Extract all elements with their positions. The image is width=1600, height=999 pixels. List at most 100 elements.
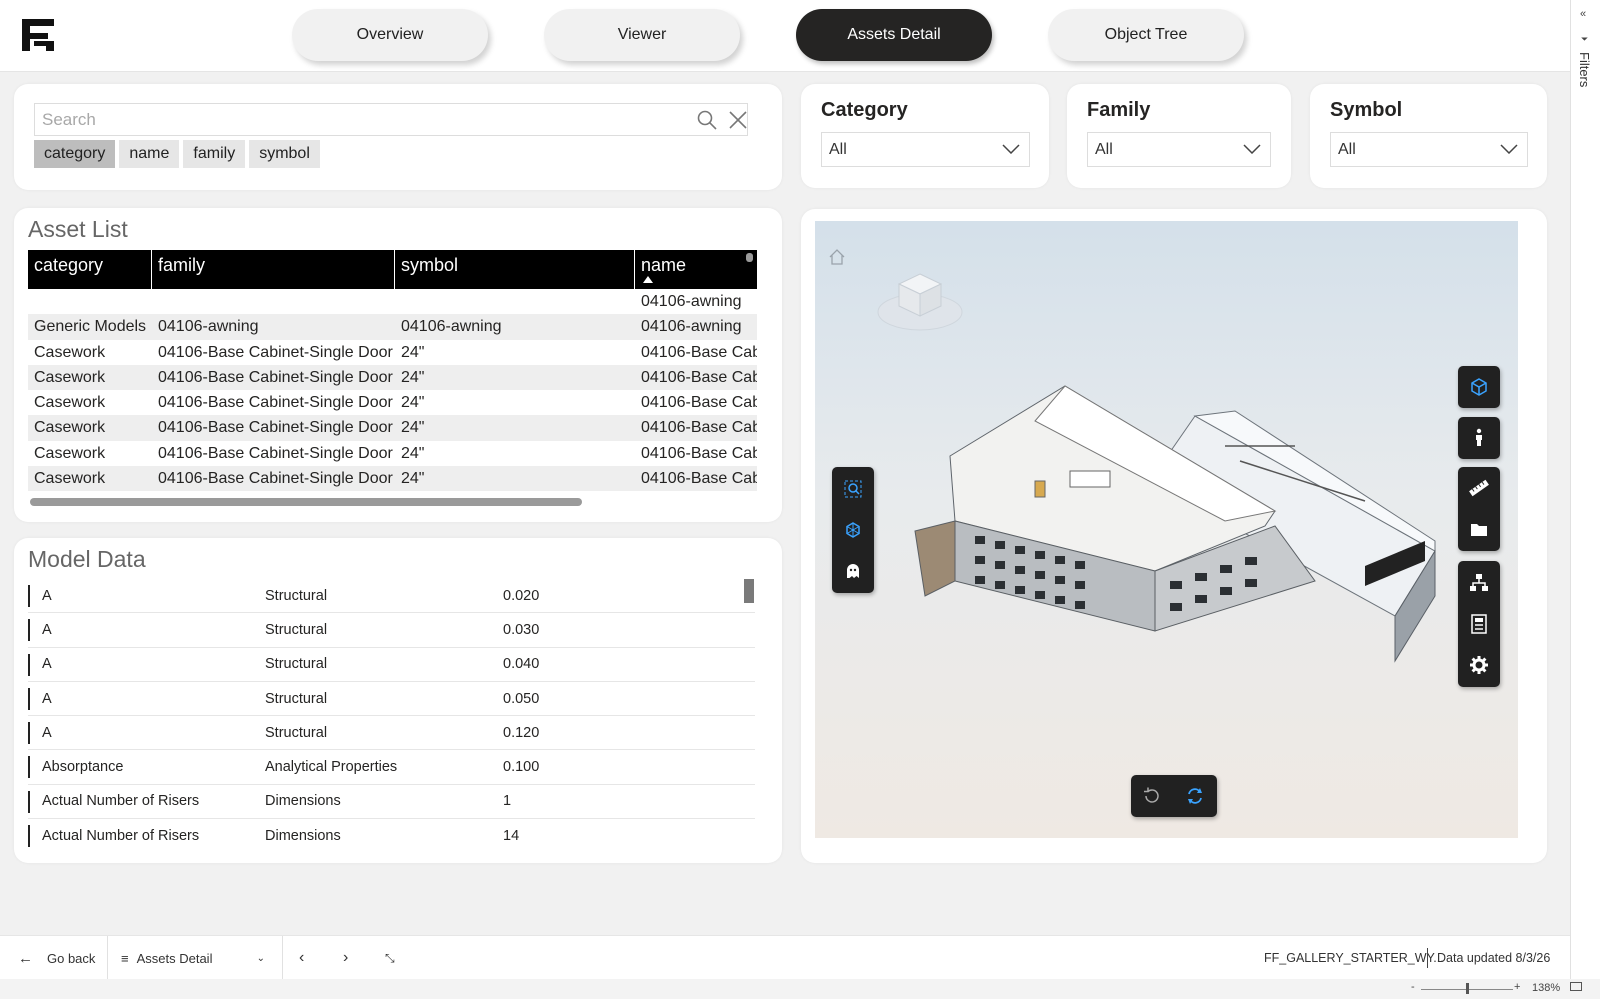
list-item[interactable]: A Structural 0.020 bbox=[28, 579, 755, 614]
arrow-left-icon: ← bbox=[18, 949, 33, 967]
settings-button[interactable] bbox=[1459, 645, 1499, 685]
table-row[interactable]: Casework 04106-Base Cabinet-Single Door … bbox=[28, 364, 757, 391]
chevron-down-icon bbox=[1002, 144, 1020, 154]
zoom-fit-button[interactable] bbox=[833, 469, 873, 509]
building-model[interactable] bbox=[895, 381, 1455, 681]
table-row[interactable]: Casework 04106-Base Cabinet-Single Door … bbox=[28, 390, 757, 415]
measure-button[interactable] bbox=[1459, 468, 1499, 508]
report-footer: ← Go back ≡ Assets Detail ⌄ ‹ › ⤡ FF_GAL… bbox=[0, 935, 1570, 980]
property-group: Analytical Properties bbox=[265, 759, 398, 776]
column-header-symbol[interactable]: symbol bbox=[395, 250, 635, 289]
next-page-button[interactable]: › bbox=[343, 936, 348, 980]
table-row[interactable]: Casework 04106-Base Cabinet-Single Door … bbox=[28, 466, 757, 492]
table-row[interactable]: Casework 04106-Base Cabinet-Single Door … bbox=[28, 340, 757, 365]
ghost-icon bbox=[847, 564, 859, 578]
property-value: 0.100 bbox=[503, 759, 540, 776]
filters-pane-label[interactable]: Filters bbox=[1577, 52, 1592, 87]
close-icon[interactable] bbox=[728, 110, 748, 130]
orbit-reset-button[interactable] bbox=[1132, 776, 1172, 816]
cell-name: 04106-Base Cabinet-Single Door bbox=[641, 444, 757, 462]
cell-category: Casework bbox=[34, 470, 106, 488]
table-row[interactable]: Generic Models 04106-awning 04106-awning… bbox=[28, 314, 757, 340]
ghost-button[interactable] bbox=[833, 551, 873, 591]
list-item[interactable]: Absorptance Analytical Properties 0.100 bbox=[28, 750, 755, 785]
cell-name: 04106-Base Cabinet-Single Door bbox=[641, 419, 757, 437]
list-item[interactable]: Actual Number of Risers Dimensions 1 bbox=[28, 785, 755, 820]
tab-overview[interactable]: Overview bbox=[292, 9, 488, 61]
vertical-scrollbar[interactable] bbox=[746, 253, 753, 262]
collapse-button[interactable]: ⤡ bbox=[385, 936, 395, 980]
column-header-name[interactable]: name bbox=[635, 250, 757, 289]
list-item[interactable]: Actual Number of Risers Dimensions 14 bbox=[28, 819, 755, 853]
chevron-down-icon bbox=[1500, 144, 1518, 154]
zoom-out-button[interactable]: - bbox=[1411, 981, 1415, 993]
cell-family: 04106-Base Cabinet-Single Door bbox=[158, 470, 393, 488]
page-select-value: Assets Detail bbox=[136, 950, 213, 966]
list-item[interactable]: A Structural 0.030 bbox=[28, 613, 755, 648]
table-row[interactable]: Casework 04106-Base Cabinet-Single Door … bbox=[28, 415, 757, 441]
chip-category[interactable]: category bbox=[34, 140, 116, 168]
go-back-button[interactable]: ← Go back bbox=[18, 936, 95, 980]
property-value: 0.040 bbox=[503, 656, 540, 673]
category-dropdown[interactable]: All bbox=[821, 132, 1030, 167]
previous-page-button[interactable]: ‹ bbox=[299, 936, 304, 980]
home-icon[interactable] bbox=[827, 247, 847, 267]
viewcube-icon[interactable] bbox=[875, 266, 965, 336]
property-group: Structural bbox=[265, 656, 328, 673]
list-item[interactable]: A Structural 0.050 bbox=[28, 682, 755, 717]
expand-filters-chevron-icon[interactable]: « bbox=[1580, 8, 1586, 20]
page-select-dropdown[interactable]: ≡ Assets Detail ⌄ bbox=[121, 936, 271, 980]
chevron-down-icon bbox=[1243, 144, 1261, 154]
property-value: 0.020 bbox=[503, 587, 540, 604]
table-row[interactable]: Casework 04106-Base Cabinet-Single Door … bbox=[28, 441, 757, 466]
search-card: category name family symbol bbox=[14, 84, 782, 190]
zoom-in-button[interactable]: + bbox=[1514, 981, 1520, 993]
list-item[interactable]: A Structural 0.120 bbox=[28, 716, 755, 751]
symbol-dropdown[interactable]: All bbox=[1330, 132, 1528, 167]
model-browser-button[interactable] bbox=[1459, 563, 1499, 603]
family-slicer: Family All bbox=[1067, 84, 1291, 188]
search-input[interactable] bbox=[35, 104, 675, 135]
property-name: Actual Number of Risers bbox=[42, 793, 200, 810]
properties-button[interactable] bbox=[1459, 604, 1499, 644]
filters-pane-collapsed[interactable]: « ⏷ Filters bbox=[1570, 0, 1600, 999]
chip-family[interactable]: family bbox=[183, 140, 246, 168]
tab-viewer[interactable]: Viewer bbox=[544, 9, 740, 61]
vertical-scrollbar[interactable] bbox=[744, 579, 754, 603]
cell-symbol: 24" bbox=[401, 444, 425, 462]
cell-symbol bbox=[395, 289, 635, 314]
family-dropdown[interactable]: All bbox=[1087, 132, 1271, 167]
chip-symbol[interactable]: symbol bbox=[249, 140, 320, 168]
3d-viewer-canvas[interactable] bbox=[815, 221, 1518, 838]
property-value: 0.050 bbox=[503, 690, 540, 707]
perspective-button[interactable] bbox=[1459, 367, 1499, 407]
tab-object-tree[interactable]: Object Tree bbox=[1048, 9, 1244, 61]
cell-family: 04106-Base Cabinet-Single Door bbox=[158, 368, 393, 386]
top-navigation: Overview Viewer Assets Detail Object Tre… bbox=[0, 0, 1570, 72]
property-name: Actual Number of Risers bbox=[42, 828, 200, 845]
asset-table-header: category family symbol name bbox=[28, 250, 757, 289]
orbit-button[interactable] bbox=[1175, 776, 1215, 816]
zoom-slider-thumb[interactable] bbox=[1466, 983, 1469, 994]
property-value: 0.030 bbox=[503, 621, 540, 638]
properties-icon bbox=[1471, 614, 1487, 634]
fit-to-page-icon[interactable] bbox=[1570, 982, 1582, 991]
first-person-button[interactable] bbox=[1459, 418, 1499, 458]
list-item[interactable]: A Structural 0.040 bbox=[28, 648, 755, 682]
property-group: Dimensions bbox=[265, 828, 341, 845]
chip-name[interactable]: name bbox=[119, 140, 180, 168]
tab-assets-detail[interactable]: Assets Detail bbox=[796, 9, 992, 61]
explode-model-button[interactable] bbox=[833, 510, 873, 550]
cell-family: 04106-Base Cabinet-Single Door bbox=[158, 343, 393, 361]
orbit-icon bbox=[1188, 788, 1202, 804]
section-button[interactable] bbox=[1459, 509, 1499, 549]
column-header-category[interactable]: category bbox=[28, 250, 152, 289]
data-updated-label: Data updated 8/3/26 bbox=[1437, 951, 1551, 965]
search-icon[interactable] bbox=[697, 110, 717, 130]
table-row[interactable]: 04106-awning bbox=[28, 289, 757, 314]
horizontal-scrollbar[interactable] bbox=[30, 498, 582, 506]
left-toolbar bbox=[832, 467, 874, 593]
property-group: Structural bbox=[265, 724, 328, 741]
column-header-family[interactable]: family bbox=[152, 250, 395, 289]
app-logo bbox=[22, 19, 54, 51]
